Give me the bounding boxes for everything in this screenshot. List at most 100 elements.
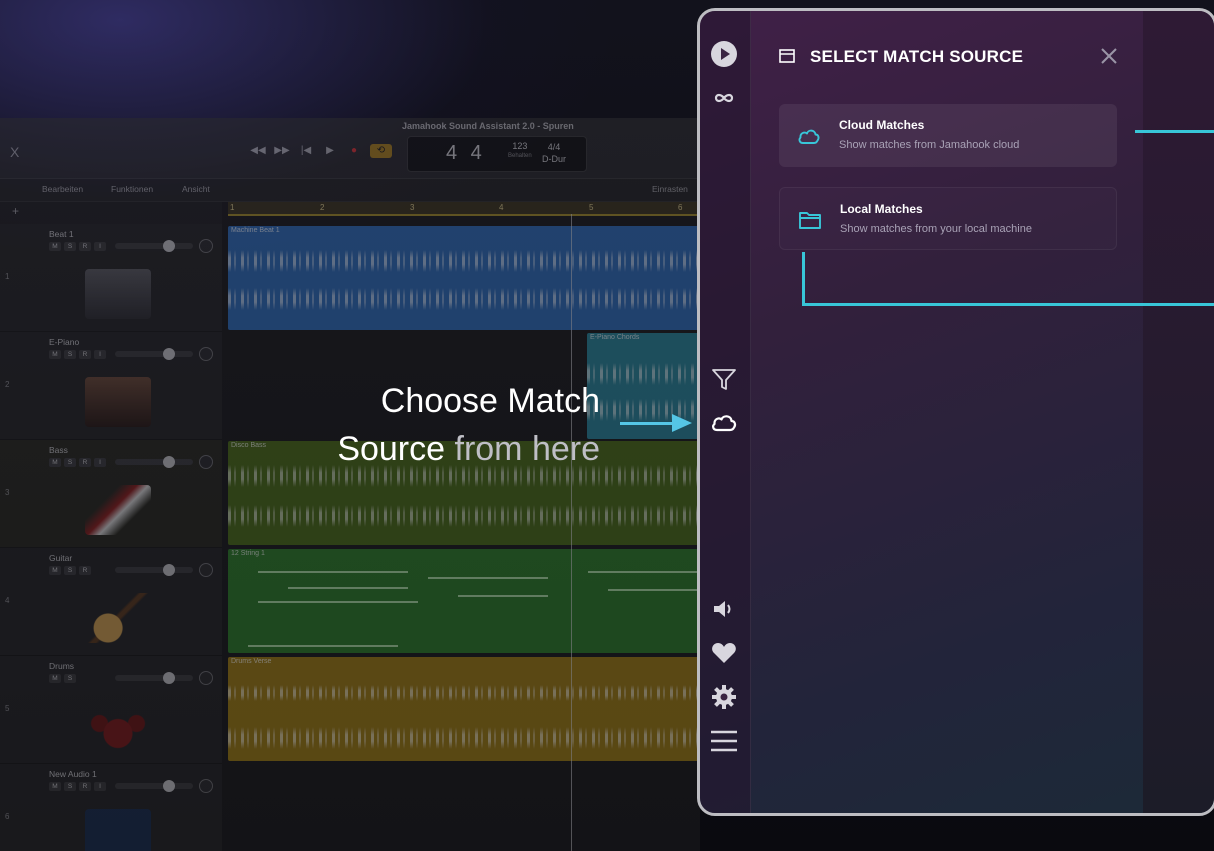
cloud-matches-option[interactable]: Cloud Matches Show matches from Jamahook…	[779, 104, 1117, 167]
filter-icon[interactable]	[710, 365, 738, 393]
mute-button[interactable]: M	[49, 566, 61, 575]
rewind-icon[interactable]: ◀◀	[250, 144, 266, 158]
input-button[interactable]: I	[94, 458, 106, 467]
volume-fader[interactable]	[115, 456, 193, 468]
pan-knob[interactable]	[199, 455, 213, 469]
local-callout-line-horizontal	[802, 303, 1214, 306]
close-icon[interactable]	[1098, 45, 1120, 67]
track-name: Drums	[49, 661, 75, 671]
track-number: 3	[5, 488, 10, 497]
volume-fader[interactable]	[115, 348, 193, 360]
record-enable-button[interactable]: R	[79, 782, 91, 791]
to-start-icon[interactable]: |◀	[298, 144, 314, 158]
cloud-icon[interactable]	[710, 409, 738, 437]
annotation-arrow-head	[672, 414, 692, 432]
track-header[interactable]: 3 Bass MSRI	[0, 440, 222, 548]
region-label: Disco Bass	[231, 442, 267, 449]
folder-icon	[778, 47, 796, 65]
record-enable-button[interactable]: R	[79, 458, 91, 467]
lcd-display: 4 4 123 Behalten 4/4 D-Dur	[407, 136, 587, 172]
audio-waveform-icon	[85, 809, 151, 851]
mute-button[interactable]: M	[49, 350, 61, 359]
track-header[interactable]: 2 E-Piano MSRI	[0, 332, 222, 440]
pan-knob[interactable]	[199, 779, 213, 793]
solo-button[interactable]: S	[64, 782, 76, 791]
snap-menu[interactable]: Einrasten	[652, 184, 688, 194]
pan-knob[interactable]	[199, 671, 213, 685]
volume-fader[interactable]	[115, 240, 193, 252]
playhead[interactable]	[571, 214, 572, 851]
volume-fader[interactable]	[115, 672, 193, 684]
daw-toolbar: Bearbeiten Funktionen Ansicht Einrasten	[0, 179, 700, 202]
mute-button[interactable]: M	[49, 242, 61, 251]
solo-button[interactable]: S	[64, 458, 76, 467]
input-button[interactable]: I	[94, 242, 106, 251]
volume-fader[interactable]	[115, 564, 193, 576]
folder-icon	[798, 208, 822, 232]
daw-titlebar: X Jamahook Sound Assistant 2.0 - Spuren …	[0, 118, 700, 179]
ruler[interactable]: 1 2 3 4 5 6	[228, 202, 700, 216]
play-icon[interactable]	[710, 40, 738, 68]
track-header[interactable]: 6 New Audio 1 MSRI	[0, 764, 222, 851]
link-icon[interactable]	[710, 84, 738, 112]
option-title: Cloud Matches	[839, 118, 925, 132]
volume-fader[interactable]	[115, 780, 193, 792]
settings-icon[interactable]	[710, 683, 738, 711]
option-title: Local Matches	[840, 202, 923, 216]
transport-controls: ◀◀ ▶▶ |◀ ▶ ● ⟲	[250, 144, 392, 158]
lcd-tempo-value: 123	[512, 141, 528, 151]
waveform	[228, 288, 700, 310]
daw-close-button[interactable]: X	[10, 144, 19, 160]
drum-kit-icon	[85, 701, 151, 751]
play-icon[interactable]: ▶	[322, 144, 338, 158]
forward-icon[interactable]: ▶▶	[274, 144, 290, 158]
annotation-arrow	[620, 422, 675, 425]
waveform	[228, 250, 700, 272]
edit-menu[interactable]: Bearbeiten	[42, 184, 83, 194]
region-12-string[interactable]: 12 String 1	[228, 549, 700, 653]
pan-knob[interactable]	[199, 347, 213, 361]
region-label: E-Piano Chords	[590, 334, 640, 341]
pan-knob[interactable]	[199, 563, 213, 577]
solo-button[interactable]: S	[64, 350, 76, 359]
record-icon[interactable]: ●	[346, 144, 362, 158]
ruler-mark: 2	[320, 203, 325, 212]
waveform	[228, 505, 700, 527]
track-header[interactable]: 4 Guitar MSR	[0, 548, 222, 656]
functions-menu[interactable]: Funktionen	[111, 184, 153, 194]
panel-title: SELECT MATCH SOURCE	[810, 47, 1024, 66]
mute-button[interactable]: M	[49, 458, 61, 467]
region-drums-verse[interactable]: Drums Verse	[228, 657, 700, 761]
volume-icon[interactable]	[710, 595, 738, 623]
cycle-icon[interactable]: ⟲	[370, 144, 392, 158]
input-button[interactable]: I	[94, 782, 106, 791]
mute-button[interactable]: M	[49, 674, 61, 683]
region-label: 12 String 1	[231, 550, 265, 557]
track-header[interactable]: 1 Beat 1 MSRI	[0, 224, 222, 332]
annotation-line1: Choose Match	[380, 382, 600, 420]
track-number: 5	[5, 704, 10, 713]
heart-icon[interactable]	[710, 639, 738, 667]
mute-button[interactable]: M	[49, 782, 61, 791]
record-enable-button[interactable]: R	[79, 566, 91, 575]
record-enable-button[interactable]: R	[79, 350, 91, 359]
cloud-callout-line	[1135, 130, 1214, 133]
menu-icon[interactable]	[710, 727, 738, 755]
view-menu[interactable]: Ansicht	[182, 184, 210, 194]
track-name: Bass	[49, 445, 68, 455]
waveform	[228, 727, 700, 749]
track-number: 6	[5, 812, 10, 821]
track-header[interactable]: 5 Drums MS	[0, 656, 222, 764]
waveform	[228, 685, 700, 701]
pan-knob[interactable]	[199, 239, 213, 253]
local-matches-option[interactable]: Local Matches Show matches from your loc…	[779, 187, 1117, 250]
record-enable-button[interactable]: R	[79, 242, 91, 251]
solo-button[interactable]: S	[64, 674, 76, 683]
add-track-icon[interactable]: +	[12, 204, 19, 218]
lcd-signature: 4/4 D-Dur	[542, 141, 566, 165]
ruler-mark: 1	[230, 203, 235, 212]
solo-button[interactable]: S	[64, 242, 76, 251]
region-machine-beat[interactable]: Machine Beat 1	[228, 226, 700, 330]
input-button[interactable]: I	[94, 350, 106, 359]
solo-button[interactable]: S	[64, 566, 76, 575]
